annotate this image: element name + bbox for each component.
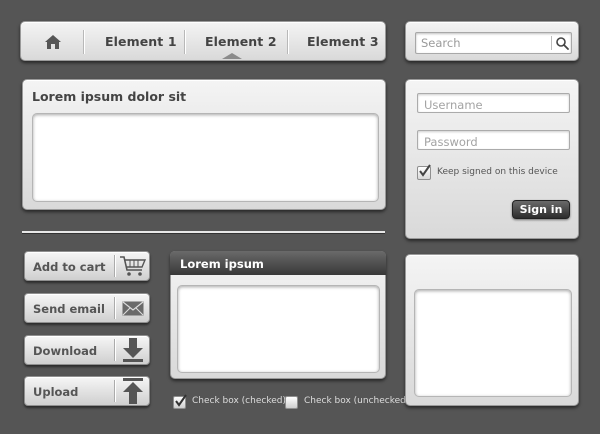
right-content-area[interactable] [414,289,572,397]
button-separator [114,255,115,277]
upload-arrow-icon [117,378,149,404]
add-to-cart-label: Add to cart [33,260,106,274]
button-separator [114,339,115,361]
nav-separator [184,30,185,54]
checked-checkbox[interactable] [173,394,187,409]
search-input[interactable] [416,33,544,53]
upload-button[interactable]: Upload [24,376,150,406]
search-box [415,32,572,54]
nav-separator [287,30,288,54]
checkmark-icon [175,394,187,407]
password-input[interactable] [418,133,569,151]
keep-signed-label: Keep signed on this device [437,167,558,177]
text-area[interactable] [32,113,379,202]
text-panel: Lorem ipsum dolor sit [22,79,386,210]
lorem-panel: Lorem ipsum [170,251,386,379]
login-panel: Keep signed on this device Sign in [405,79,579,239]
unchecked-checkbox-label: Check box (unchecked) [304,396,410,406]
envelope-icon [117,295,149,321]
add-to-cart-button[interactable]: Add to cart [24,251,150,281]
button-separator [114,297,115,319]
sign-in-button[interactable]: Sign in [512,200,570,219]
button-separator [114,380,115,402]
search-icon[interactable] [553,34,571,52]
password-field [417,130,570,151]
lorem-content-area[interactable] [177,285,380,373]
lorem-panel-title: Lorem ipsum [170,251,386,275]
download-arrow-icon [117,337,149,363]
unchecked-checkbox[interactable] [285,396,298,409]
download-button[interactable]: Download [24,335,150,365]
username-input[interactable] [418,96,569,114]
checked-checkbox-label: Check box (checked) [192,396,286,406]
username-field [417,93,570,114]
right-content-panel [405,254,579,406]
cart-icon [117,253,149,279]
active-item-indicator [222,53,242,59]
nav-item-element-1[interactable]: Element 1 [105,34,177,49]
search-panel [405,21,579,61]
nav-item-element-2[interactable]: Element 2 [205,34,277,49]
send-email-label: Send email [33,302,105,316]
upload-label: Upload [33,385,79,399]
send-email-button[interactable]: Send email [24,293,150,323]
checkmark-icon [419,164,431,177]
text-panel-title: Lorem ipsum dolor sit [32,89,187,104]
search-divider [551,36,552,50]
home-icon[interactable] [41,33,65,51]
nav-separator [83,30,84,54]
navigation-bar: Element 1 Element 2 Element 3 [20,21,386,61]
keep-signed-checkbox[interactable] [417,164,431,180]
download-label: Download [33,344,98,358]
nav-item-element-3[interactable]: Element 3 [307,34,379,49]
section-divider [22,231,385,233]
